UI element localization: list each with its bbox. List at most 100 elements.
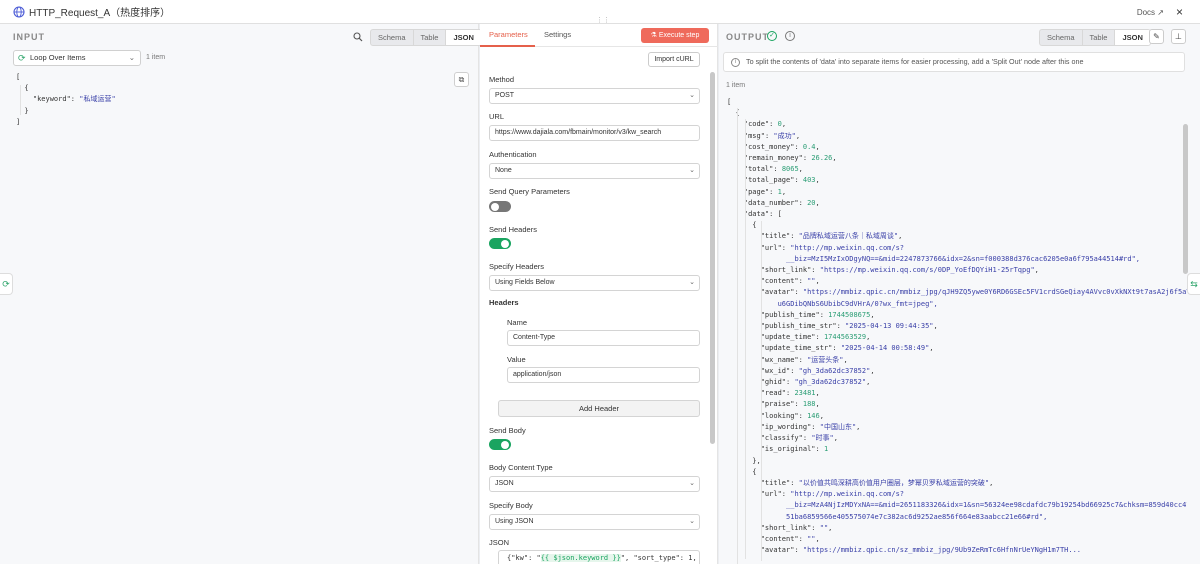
specify-headers-select[interactable]: Using Fields Below ⌄ — [489, 275, 700, 291]
json-line: "msg": "成功", — [743, 131, 801, 140]
json-line: "ghid": "gh_3da62dc37852", — [760, 378, 871, 387]
info-icon[interactable]: i — [785, 31, 795, 41]
method-select[interactable]: POST ⌄ — [489, 88, 700, 104]
json-body-editor[interactable]: {"kw": "{{ $json.keyword }}", "sort_type… — [498, 550, 700, 564]
info-icon: i — [731, 58, 740, 67]
expand-icon[interactable]: ⇆ — [1187, 273, 1200, 295]
body-content-type-select[interactable]: JSON ⌄ — [489, 476, 700, 492]
json-line: "title": "品牌私域运营八条｜私域周谈", — [760, 232, 903, 241]
json-line: "looking": 146, — [760, 411, 824, 420]
url-label: URL — [489, 112, 505, 121]
send-body-label: Send Body — [489, 426, 526, 435]
chevron-down-icon: ⌄ — [689, 92, 695, 99]
send-query-toggle[interactable] — [489, 201, 511, 212]
json-line: { — [752, 221, 757, 230]
input-item-count: 1 item — [146, 54, 166, 61]
output-label: OUTPUT — [726, 32, 769, 42]
tab-parameters[interactable]: Parameters — [489, 30, 528, 39]
refresh-icon[interactable]: ⟳ — [0, 273, 13, 295]
json-line: }, — [752, 456, 761, 465]
json-line: "praise": 188, — [760, 400, 820, 409]
parameters-tabs: Parameters Settings ⚗ Execute step — [480, 24, 718, 47]
specify-headers-label: Specify Headers — [489, 262, 545, 271]
search-icon[interactable] — [353, 32, 363, 42]
chevron-down-icon: ⌄ — [689, 167, 695, 174]
input-tab-schema[interactable]: Schema — [371, 30, 414, 45]
json-line: u6GDibQNbS6UbibC9dVHrA/0?wx_fmt=jpeg", — [777, 299, 938, 308]
json-line: 51ba6859566e405575074e7c382ac6d9252ae856… — [786, 512, 1048, 521]
close-icon[interactable]: × — [1176, 5, 1183, 19]
output-json-view: [ { "code": 0, "msg": "成功", "cost_money"… — [719, 91, 1187, 564]
send-query-label: Send Query Parameters — [489, 187, 570, 196]
json-line: "publish_time_str": "2025-04-13 09:44:35… — [760, 322, 938, 331]
header-name-input[interactable]: Content-Type — [507, 330, 700, 346]
node-title[interactable]: HTTP_Request_A（热度排序） — [29, 4, 170, 19]
input-panel: INPUT Schema Table JSON ⟳ Loop Over Item… — [0, 24, 482, 564]
send-headers-label: Send Headers — [489, 225, 537, 234]
json-line: { — [752, 467, 757, 476]
chevron-down-icon: ⌄ — [128, 53, 135, 62]
json-line: "title": "以价值共鸣深耕高价值用户圈层，梦幂贝罗私域运营的突破", — [760, 478, 994, 487]
pin-icon[interactable]: ⊥ — [1171, 29, 1186, 44]
json-line: { — [16, 84, 29, 93]
url-input[interactable]: https://www.dajiala.com/fbmain/monitor/v… — [489, 125, 700, 141]
docs-link[interactable]: Docs ↗ — [1137, 8, 1164, 17]
json-line: "update_time_str": "2025-04-14 00:58:49"… — [760, 344, 934, 353]
tab-settings[interactable]: Settings — [544, 30, 571, 39]
chevron-down-icon: ⌄ — [689, 518, 695, 525]
header-value-input[interactable]: application/json — [507, 367, 700, 383]
json-line: [ — [727, 98, 732, 106]
parameters-scrollbar[interactable] — [710, 72, 715, 444]
input-label: INPUT — [13, 32, 45, 42]
json-line: "cost_money": 0.4, — [743, 142, 820, 151]
external-link-icon: ↗ — [1157, 8, 1164, 17]
json-line: "avatar": "https://mmbiz.qpic.cn/sz_mmbi… — [760, 546, 1082, 555]
input-json-view: [ { "keyword": "私域运营" }] — [16, 72, 116, 128]
header-name-label: Name — [507, 318, 528, 327]
json-line: "page": 1, — [743, 187, 787, 196]
json-line: "is_original": 1 — [760, 445, 829, 454]
json-line: "code": 0, — [743, 120, 787, 129]
json-line: "content": "", — [760, 277, 820, 286]
json-line: "read": 23481, — [760, 389, 820, 398]
output-item-count: 1 item — [726, 82, 746, 89]
output-scrollbar[interactable] — [1183, 124, 1188, 274]
drag-handle-icon[interactable]: ⋮⋮ — [596, 16, 610, 24]
json-line: "update_time": 1744563529, — [760, 333, 871, 342]
flask-icon: ⚗ — [650, 32, 657, 39]
json-line: "wx_id": "gh_3da62dc37852", — [760, 366, 875, 375]
json-line: "wx_name": "运营头条", — [760, 355, 848, 364]
chevron-down-icon: ⌄ — [689, 480, 695, 487]
authentication-select[interactable]: None ⌄ — [489, 163, 700, 179]
json-line: [ — [16, 73, 21, 81]
send-body-toggle[interactable] — [489, 439, 511, 450]
json-line: "total": 8065, — [743, 165, 803, 174]
input-tab-json[interactable]: JSON — [446, 30, 481, 45]
specify-body-select[interactable]: Using JSON ⌄ — [489, 514, 700, 530]
active-tab-indicator — [480, 45, 535, 47]
output-tab-schema[interactable]: Schema — [1040, 30, 1083, 45]
json-line: __biz=MzI5MzIxODgyNQ==&mid=2247873766&id… — [786, 254, 1141, 263]
json-line: "short_link": "https://mp.weixin.qq.com/… — [760, 266, 1039, 275]
send-headers-toggle[interactable] — [489, 238, 511, 249]
json-line: { — [727, 108, 1187, 119]
edit-pencil-icon[interactable]: ✎ — [1149, 29, 1164, 44]
chevron-down-icon: ⌄ — [689, 279, 695, 286]
json-line: "classify": "时事", — [760, 434, 838, 443]
loop-node-select[interactable]: ⟳ Loop Over Items ⌄ — [13, 50, 141, 66]
json-line: "publish_time": 1744508675, — [760, 310, 875, 319]
json-line: "url": "http://mp.weixin.qq.com/s? — [760, 243, 905, 252]
input-tab-table[interactable]: Table — [414, 30, 447, 45]
output-tab-table[interactable]: Table — [1083, 30, 1116, 45]
output-tab-json[interactable]: JSON — [1115, 30, 1150, 45]
import-curl-button[interactable]: Import cURL — [648, 52, 700, 67]
execute-step-button[interactable]: ⚗ Execute step — [641, 28, 709, 43]
json-line: "short_link": "", — [760, 523, 833, 532]
authentication-label: Authentication — [489, 150, 537, 159]
json-line: "remain_money": 26.26, — [743, 154, 837, 163]
add-header-button[interactable]: Add Header — [498, 400, 700, 417]
body-content-type-label: Body Content Type — [489, 463, 553, 472]
json-line: "ip_wording": "中国山东", — [760, 422, 861, 431]
copy-icon[interactable]: ⧉ — [454, 72, 469, 87]
method-label: Method — [489, 75, 515, 84]
